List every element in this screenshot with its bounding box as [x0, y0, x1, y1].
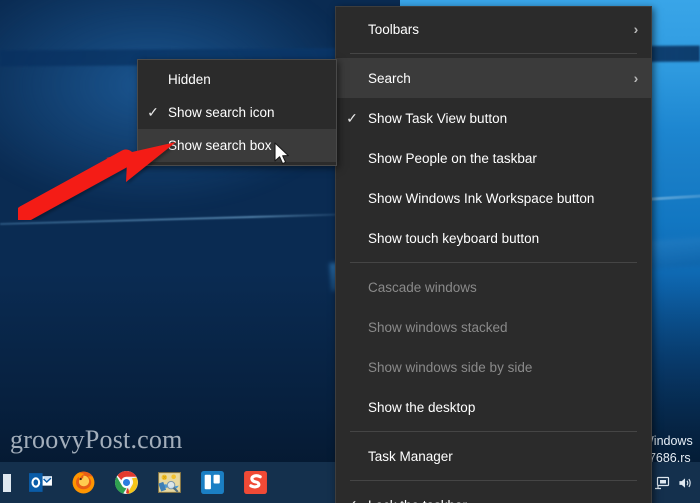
context-menu-item-task-manager[interactable]: Task Manager — [336, 436, 651, 476]
menu-separator — [350, 431, 637, 432]
context-menu-item-label: Show windows stacked — [368, 319, 508, 335]
taskbar-item-trello[interactable] — [191, 462, 234, 503]
taskbar-item-chrome[interactable] — [105, 462, 148, 503]
search-submenu-item-show-search-box[interactable]: Show search box — [138, 129, 336, 162]
context-menu-item-show-windows-stacked: Show windows stacked — [336, 307, 651, 347]
search-submenu-item-show-search-icon[interactable]: ✓ Show search icon — [138, 96, 336, 129]
menu-separator — [350, 262, 637, 263]
context-menu-item-cascade-windows: Cascade windows — [336, 267, 651, 307]
taskbar-item-paint[interactable] — [148, 462, 191, 503]
context-menu-item-label: Show windows side by side — [368, 359, 533, 375]
context-menu-item-label: Cascade windows — [368, 279, 477, 295]
taskbar-item-snagit[interactable] — [234, 462, 277, 503]
site-watermark: groovyPost.com — [10, 425, 183, 454]
context-menu-item-label: Show Task View button — [368, 110, 508, 126]
snagit-icon — [244, 471, 267, 494]
search-submenu-item-label: Show search box — [168, 138, 272, 153]
context-menu-item-search[interactable]: Search › — [336, 58, 651, 98]
context-menu-item-label: Task Manager — [368, 448, 453, 464]
context-menu-item-show-windows-side-by-side: Show windows side by side — [336, 347, 651, 387]
taskbar-item-firefox[interactable] — [62, 462, 105, 503]
context-menu-item-label: Show touch keyboard button — [368, 230, 540, 246]
search-submenu-item-hidden[interactable]: Hidden — [138, 63, 336, 96]
checkmark-icon: ✓ — [336, 498, 368, 503]
context-menu-item-label: Show People on the taskbar — [368, 150, 537, 166]
taskbar-context-menu: Toolbars › Search › ✓ Show Task View button Sh… — [335, 6, 652, 503]
chevron-right-icon: › — [633, 21, 639, 37]
start-button[interactable] — [3, 473, 11, 492]
taskbar-item-outlook[interactable] — [19, 462, 62, 503]
chevron-right-icon: › — [633, 70, 639, 86]
context-menu-item-label: Lock the taskbar — [368, 498, 621, 503]
menu-separator — [350, 480, 637, 481]
search-submenu-item-label: Show search icon — [168, 105, 275, 120]
volume-icon[interactable] — [674, 462, 696, 503]
context-menu-item-label: Toolbars — [368, 21, 420, 37]
context-menu-item-show-task-view-button[interactable]: ✓ Show Task View button — [336, 98, 651, 138]
checkmark-icon: ✓ — [147, 104, 159, 120]
context-menu-item-lock-the-taskbar[interactable]: ✓Lock the taskbar — [336, 485, 651, 503]
context-menu-item-show-the-desktop[interactable]: Show the desktop — [336, 387, 651, 427]
search-submenu: Hidden ✓ Show search icon Show search box — [137, 59, 337, 166]
context-menu-item-label: Show the desktop — [368, 399, 476, 415]
context-menu-item-label: Search — [368, 70, 411, 86]
menu-separator — [350, 53, 637, 54]
checkmark-icon: ✓ — [346, 110, 358, 126]
search-submenu-item-label: Hidden — [168, 72, 211, 87]
desktop-screen: groovyPost.com Windows 17686.rs_ Toolbar… — [0, 0, 700, 503]
trello-icon — [201, 471, 224, 494]
context-menu-item-show-touch-keyboard-button[interactable]: Show touch keyboard button — [336, 218, 651, 258]
outlook-icon — [29, 473, 52, 492]
taskbar-app-area — [0, 462, 277, 503]
chrome-icon — [114, 471, 138, 494]
context-menu-item-show-windows-ink-workspace-button[interactable]: Show Windows Ink Workspace button — [336, 178, 651, 218]
context-menu-item-label: Show Windows Ink Workspace button — [368, 190, 595, 206]
context-menu-item-show-people-on-the-taskbar[interactable]: Show People on the taskbar — [336, 138, 651, 178]
context-menu-item-toolbars[interactable]: Toolbars › — [336, 9, 651, 49]
firefox-icon — [72, 471, 95, 494]
network-icon[interactable] — [651, 462, 673, 503]
paint-icon — [158, 472, 181, 493]
